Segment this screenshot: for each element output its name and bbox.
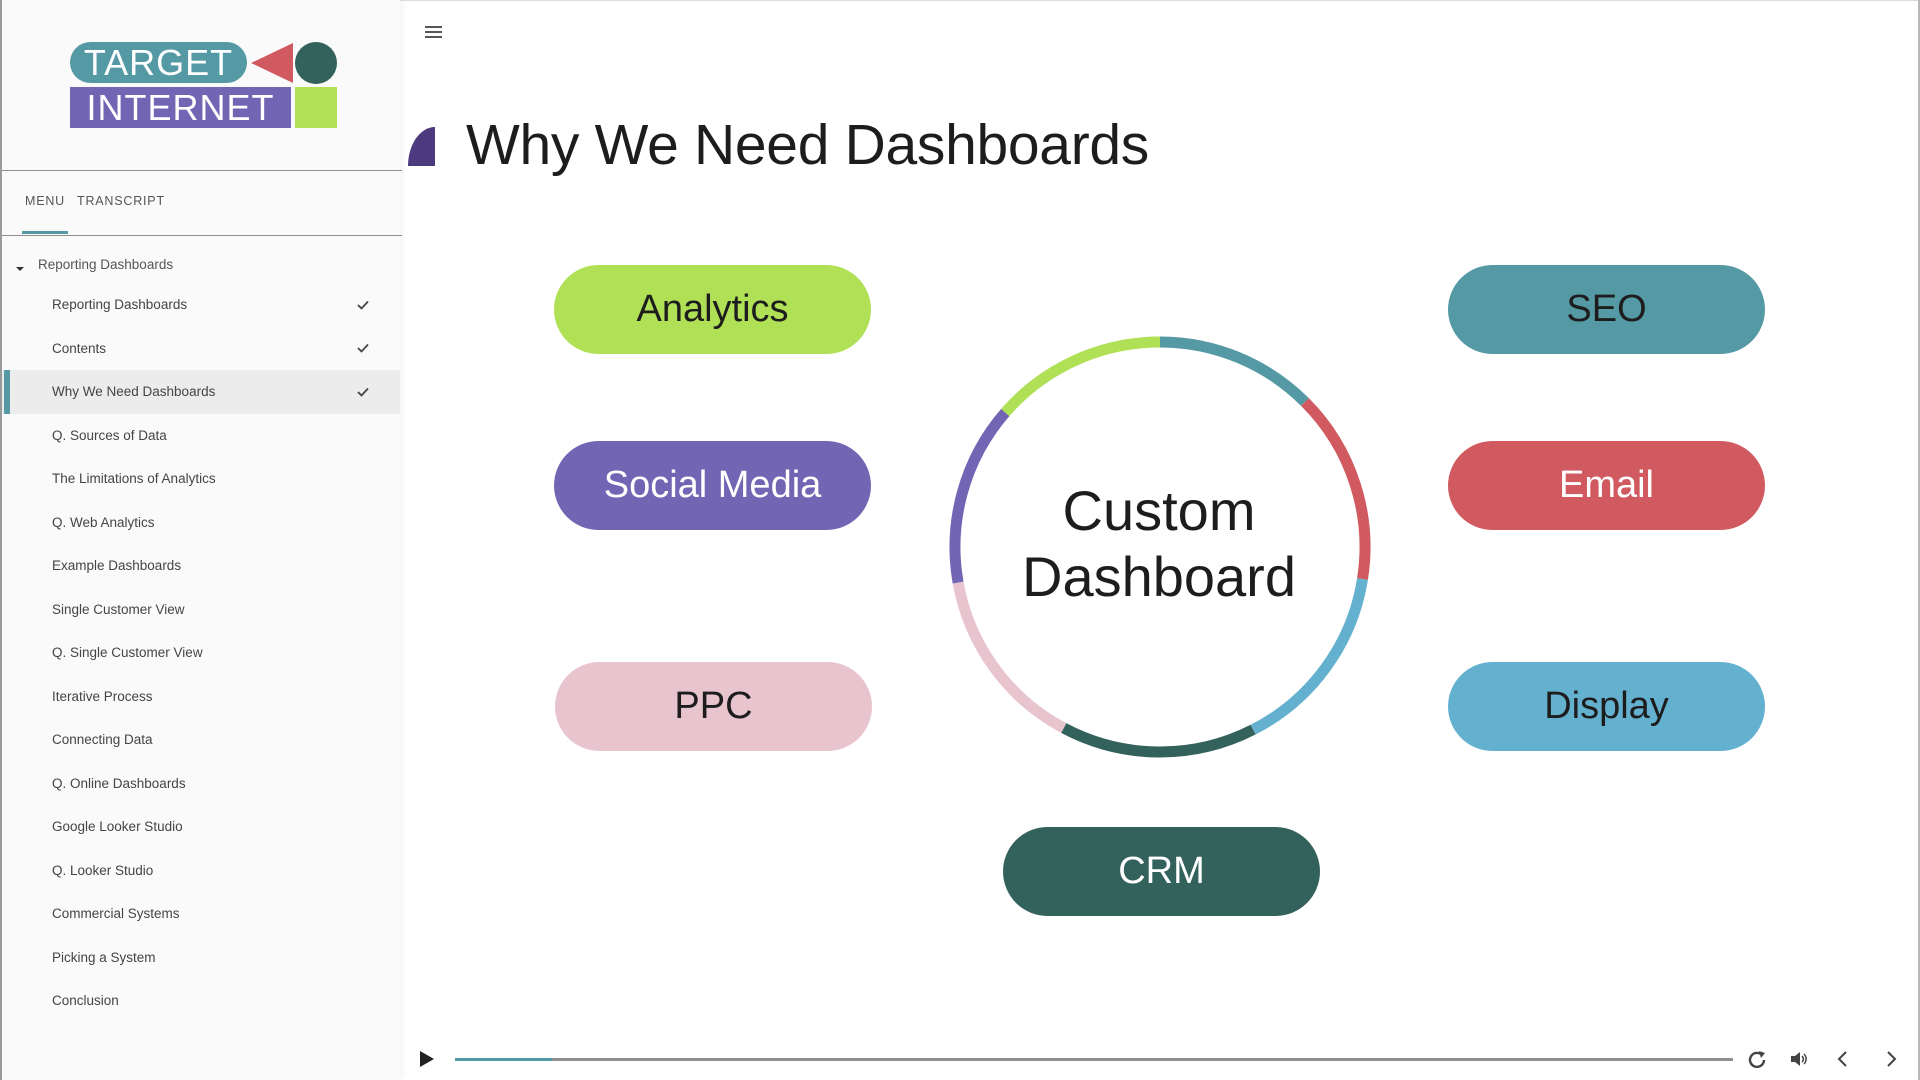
sidebar-tabs: MENU TRANSCRIPT (21, 192, 166, 234)
sidebar-item[interactable]: Contents (2, 327, 400, 371)
menu-group-reporting-dashboards[interactable]: Reporting Dashboards (2, 245, 400, 283)
ring-segment-crm (1061, 723, 1256, 758)
logo-circle-shape (295, 42, 337, 84)
sidebar-item-label: Why We Need Dashboards (52, 384, 216, 400)
sidebar-item[interactable]: Why We Need Dashboards (2, 370, 400, 414)
menu-group-label: Reporting Dashboards (38, 256, 174, 272)
sidebar-item-label: Q. Looker Studio (52, 862, 154, 878)
sidebar-item-label: Example Dashboards (52, 558, 182, 574)
hamburger-menu-icon[interactable] (425, 26, 442, 40)
ring-segment-analytics (1001, 336, 1160, 417)
checkmark-icon (357, 387, 369, 397)
sidebar: TARGET INTERNET MENU TRANSCRIPT Reportin… (0, 0, 402, 1080)
center-label: Custom Dashboard (959, 478, 1359, 610)
sidebar-item[interactable]: Q. Looker Studio (2, 849, 400, 893)
title-quarter-circle-icon (408, 127, 435, 166)
sidebar-item[interactable]: Conclusion (2, 979, 400, 1023)
logo-internet-text: INTERNET (70, 87, 291, 128)
progress-fill (455, 1058, 553, 1061)
pill-analytics: Analytics (554, 265, 871, 354)
slide-title: Why We Need Dashboards (466, 113, 1149, 177)
pill-crm: CRM (1003, 827, 1320, 916)
pill-ppc: PPC (555, 662, 872, 751)
pill-display-label: Display (1544, 685, 1669, 727)
sidebar-item-label: Picking a System (52, 949, 156, 965)
sidebar-item-label: The Limitations of Analytics (52, 471, 216, 487)
sidebar-item-label: Contents (52, 340, 107, 356)
volume-icon[interactable] (1788, 1048, 1810, 1070)
sidebar-item[interactable]: Q. Single Customer View (2, 631, 400, 675)
sidebar-item[interactable]: Single Customer View (2, 588, 400, 632)
pill-ppc-label: PPC (674, 685, 753, 727)
sidebar-item-label: Iterative Process (52, 688, 153, 704)
center-label-line1: Custom (1062, 479, 1256, 542)
course-menu: Reporting Dashboards Reporting Dashboard… (2, 245, 400, 1023)
sidebar-item-label: Q. Web Analytics (52, 514, 155, 530)
logo-square-shape (295, 87, 337, 128)
tabs-divider (2, 235, 402, 236)
next-icon[interactable] (1880, 1048, 1902, 1070)
play-icon[interactable] (420, 1051, 434, 1067)
tab-transcript[interactable]: TRANSCRIPT (76, 192, 166, 232)
logo-target-text: TARGET (70, 42, 247, 83)
pill-analytics-label: Analytics (636, 288, 789, 330)
pill-seo-label: SEO (1566, 288, 1647, 330)
sidebar-item-label: Single Customer View (52, 601, 185, 617)
sidebar-item-label: Q. Single Customer View (52, 645, 203, 661)
sidebar-item[interactable]: Commercial Systems (2, 892, 400, 936)
replay-icon[interactable] (1746, 1048, 1768, 1070)
previous-icon[interactable] (1832, 1048, 1854, 1070)
sidebar-item[interactable]: The Limitations of Analytics (2, 457, 400, 501)
sidebar-item[interactable]: Q. Sources of Data (2, 414, 400, 458)
pill-social-media-label: Social Media (603, 464, 822, 506)
sidebar-item-label: Connecting Data (52, 732, 153, 748)
sidebar-item[interactable]: Iterative Process (2, 675, 400, 719)
sidebar-item[interactable]: Q. Online Dashboards (2, 762, 400, 806)
sidebar-item-label: Conclusion (52, 993, 119, 1009)
pill-email-label: Email (1558, 464, 1655, 506)
checkmark-icon (357, 344, 369, 354)
caret-down-icon (16, 267, 24, 271)
sidebar-item-label: Google Looker Studio (52, 819, 183, 835)
pill-social-media: Social Media (554, 441, 871, 530)
progress-bar[interactable] (455, 1058, 1733, 1061)
sidebar-item[interactable]: Example Dashboards (2, 544, 400, 588)
center-label-line2: Dashboard (1022, 545, 1296, 608)
ring-segment-seo (1159, 336, 1309, 406)
sidebar-item[interactable]: Connecting Data (2, 718, 400, 762)
sidebar-item[interactable]: Google Looker Studio (2, 805, 400, 849)
sidebar-item-label: Reporting Dashboards (52, 297, 188, 313)
sidebar-item-label: Q. Sources of Data (52, 427, 167, 443)
pill-email: Email (1448, 441, 1765, 530)
sidebar-item[interactable]: Q. Web Analytics (2, 501, 400, 545)
sidebar-item-label: Q. Online Dashboards (52, 775, 186, 791)
logo-triangle-shape (251, 43, 293, 83)
pill-crm-label: CRM (1118, 850, 1205, 892)
checkmark-icon (357, 300, 369, 310)
sidebar-divider (2, 170, 402, 171)
pill-display: Display (1448, 662, 1765, 751)
pill-seo: SEO (1448, 265, 1765, 354)
tab-menu[interactable]: MENU (21, 192, 69, 234)
target-internet-logo: TARGET INTERNET (70, 42, 340, 130)
sidebar-item[interactable]: Picking a System (2, 936, 400, 980)
sidebar-item-label: Commercial Systems (52, 906, 180, 922)
sidebar-item[interactable]: Reporting Dashboards (2, 283, 400, 327)
